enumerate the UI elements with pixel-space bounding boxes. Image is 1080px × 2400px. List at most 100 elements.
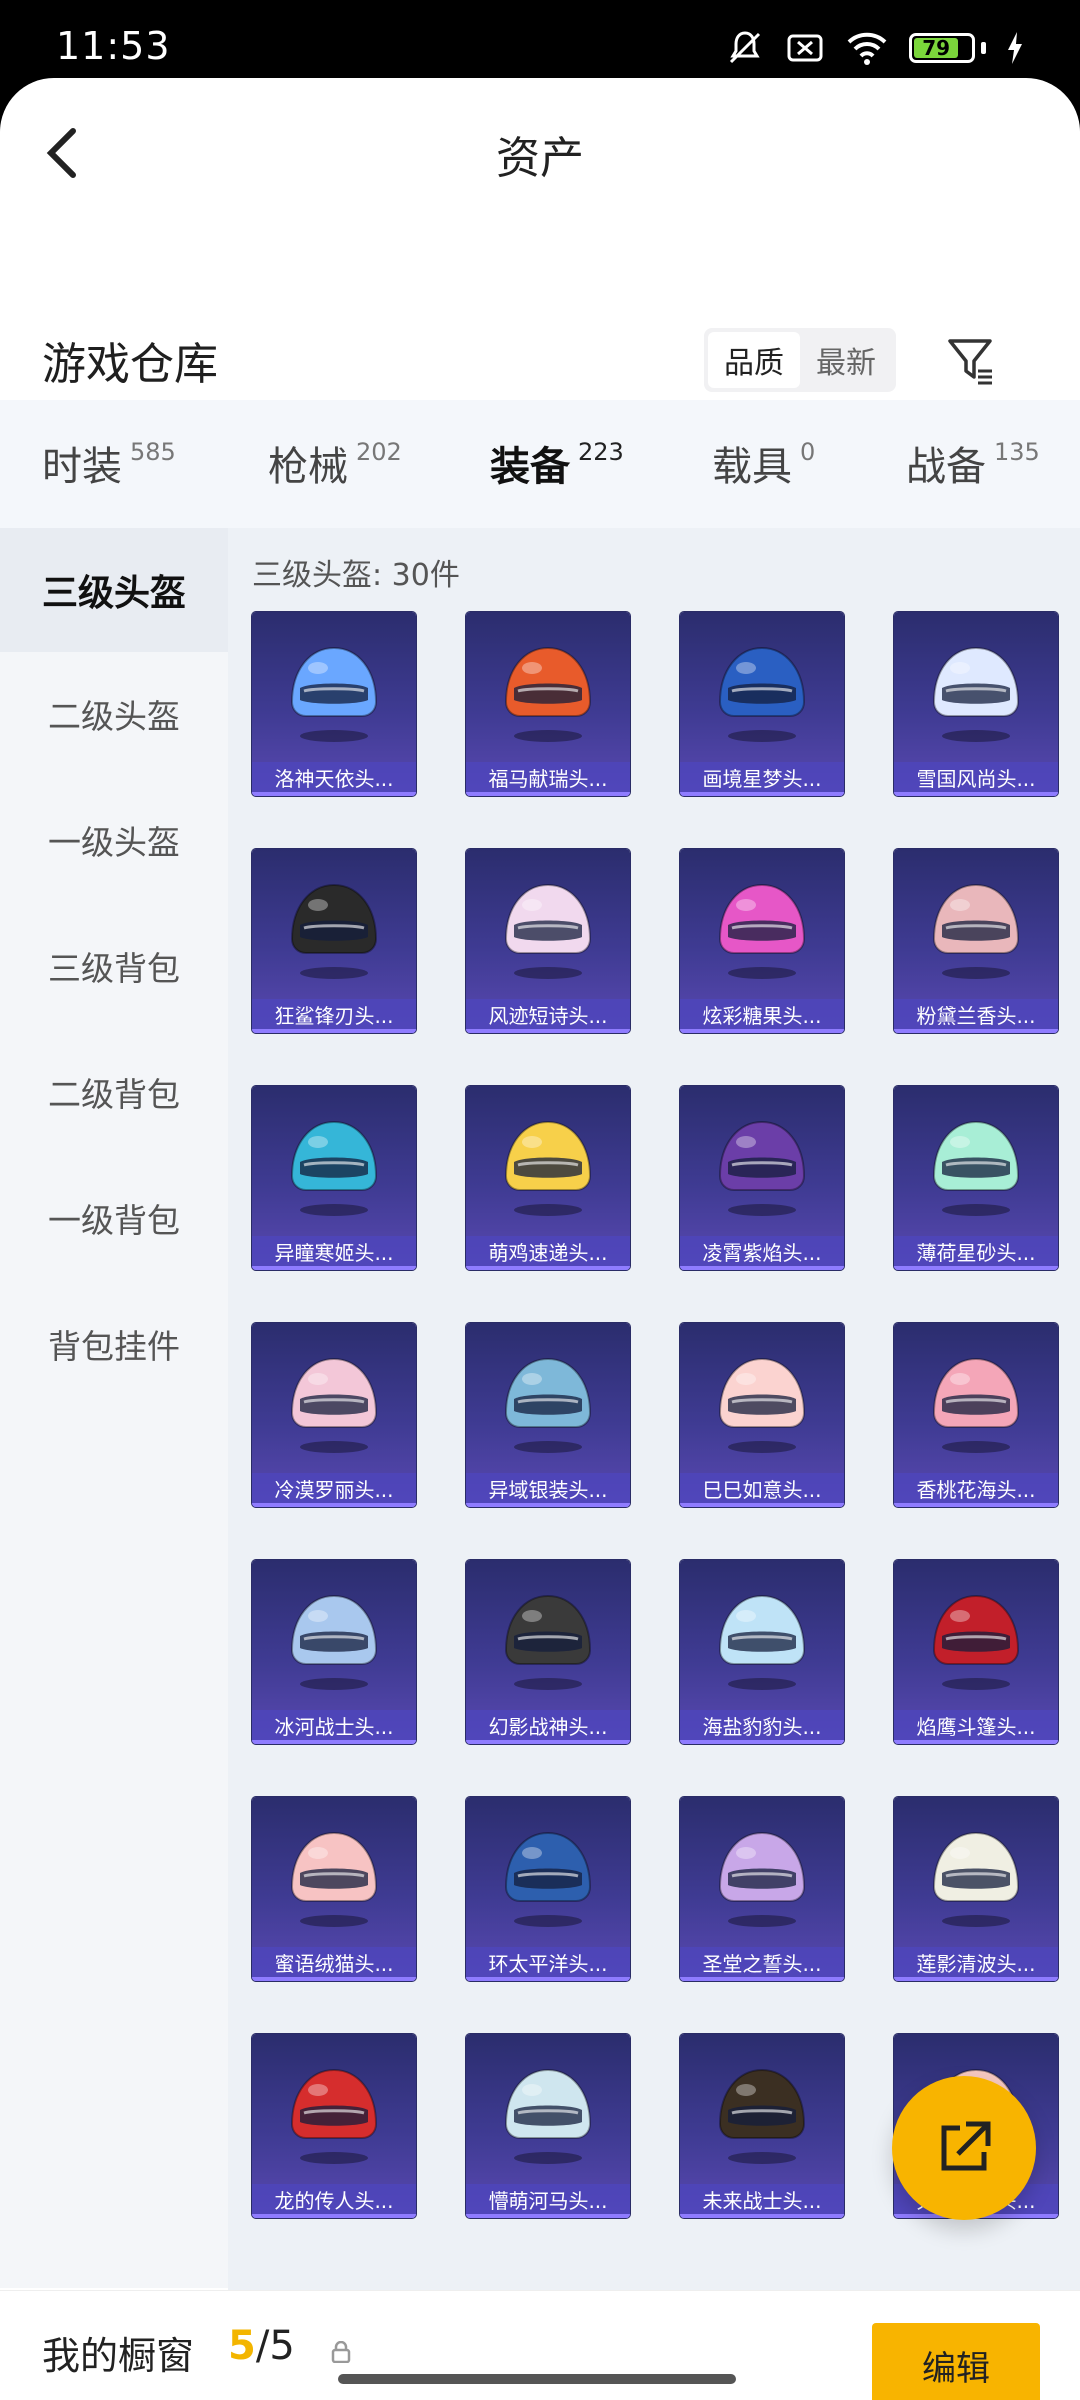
rarity-bar: [894, 1266, 1058, 1270]
sidebar-item-level3-helmet[interactable]: 三级头盔: [0, 528, 228, 652]
rarity-bar: [466, 2214, 630, 2218]
item-name: 福马献瑞头...: [466, 762, 630, 796]
item-name: 龙的传人头...: [252, 2184, 416, 2218]
tab-combat-gear[interactable]: 战备 135: [906, 434, 1040, 492]
item-card[interactable]: 环太平洋头...: [466, 1797, 630, 1981]
item-card[interactable]: 画境星梦头...: [680, 612, 844, 796]
item-card[interactable]: 龙的传人头...: [252, 2034, 416, 2218]
item-card[interactable]: 巳巳如意头...: [680, 1323, 844, 1507]
rarity-bar: [466, 1029, 630, 1033]
tab-equipment[interactable]: 装备 223: [490, 434, 624, 492]
item-name: 懵萌河马头...: [466, 2184, 630, 2218]
item-name: 炫彩糖果头...: [680, 999, 844, 1033]
tab-vehicles[interactable]: 载具 0: [712, 434, 815, 492]
sidebar-item-level2-backpack[interactable]: 二级背包: [0, 1030, 228, 1154]
item-name: 巳巳如意头...: [680, 1473, 844, 1507]
item-name: 圣堂之誓头...: [680, 1947, 844, 1981]
sidebar-item-level3-backpack[interactable]: 三级背包: [0, 904, 228, 1028]
wifi-icon: [845, 28, 889, 68]
item-card[interactable]: 萌鸡速递头...: [466, 1086, 630, 1270]
item-card[interactable]: 狂鲨锋刃头...: [252, 849, 416, 1033]
helmet-icon: [252, 1797, 416, 1949]
lock-icon: [331, 2341, 351, 2363]
item-name: 狂鲨锋刃头...: [252, 999, 416, 1033]
sort-toggle: 品质 最新: [704, 328, 896, 392]
rarity-bar: [252, 1740, 416, 1744]
item-card[interactable]: 莲影清波头...: [894, 1797, 1058, 1981]
rarity-bar: [894, 1740, 1058, 1744]
rarity-bar: [894, 1503, 1058, 1507]
share-button[interactable]: [892, 2076, 1036, 2220]
charging-icon: [1006, 30, 1024, 66]
sort-quality-button[interactable]: 品质: [708, 332, 800, 388]
rarity-bar: [680, 1266, 844, 1270]
rarity-bar: [680, 1029, 844, 1033]
sidebar-item-level1-helmet[interactable]: 一级头盔: [0, 778, 228, 902]
item-card[interactable]: 粉黛兰香头...: [894, 849, 1058, 1033]
item-card[interactable]: 焰鹰斗篷头...: [894, 1560, 1058, 1744]
top-bar: 资产: [0, 78, 1080, 228]
item-card[interactable]: 圣堂之誓头...: [680, 1797, 844, 1981]
tab-fashion[interactable]: 时装 585: [42, 434, 176, 492]
edit-button[interactable]: 编辑: [872, 2323, 1040, 2400]
helmet-icon: [466, 1323, 630, 1475]
rarity-bar: [252, 1503, 416, 1507]
item-card[interactable]: 蜜语绒猫头...: [252, 1797, 416, 1981]
item-card[interactable]: 幻影战神头...: [466, 1560, 630, 1744]
item-card[interactable]: 香桃花海头...: [894, 1323, 1058, 1507]
warehouse-title: 游戏仓库: [42, 339, 218, 390]
item-card[interactable]: 凌霄紫焰头...: [680, 1086, 844, 1270]
item-name: 画境星梦头...: [680, 762, 844, 796]
item-name: 粉黛兰香头...: [894, 999, 1058, 1033]
sidebar-item-level2-helmet[interactable]: 二级头盔: [0, 652, 228, 776]
item-name: 雪国风尚头...: [894, 762, 1058, 796]
helmet-icon: [894, 1086, 1058, 1238]
item-card[interactable]: 海盐豹豹头...: [680, 1560, 844, 1744]
item-card[interactable]: 福马献瑞头...: [466, 612, 630, 796]
sidebar-item-backpack-charm[interactable]: 背包挂件: [0, 1282, 228, 1406]
helmet-icon: [680, 849, 844, 1001]
item-card[interactable]: 冰河战士头...: [252, 1560, 416, 1744]
showcase-count: 5/5: [228, 2323, 295, 2369]
item-card[interactable]: 风迹短诗头...: [466, 849, 630, 1033]
item-name: 未来战士头...: [680, 2184, 844, 2218]
rarity-bar: [680, 1977, 844, 1981]
item-card[interactable]: 懵萌河马头...: [466, 2034, 630, 2218]
sidebar-item-level1-backpack[interactable]: 一级背包: [0, 1156, 228, 1280]
tab-firearms[interactable]: 枪械 202: [268, 434, 402, 492]
helmet-icon: [466, 1797, 630, 1949]
rarity-bar: [252, 1977, 416, 1981]
rarity-bar: [466, 792, 630, 796]
item-card[interactable]: 洛神天依头...: [252, 612, 416, 796]
section-title: 三级头盔: 30件: [252, 558, 460, 593]
helmet-icon: [680, 1323, 844, 1475]
helmet-icon: [466, 1086, 630, 1238]
rarity-bar: [680, 1503, 844, 1507]
item-grid-area: 三级头盔: 30件 洛神天依头... 福马献瑞头... 画境星梦头... 雪国风尚头.…: [228, 528, 1080, 2290]
helmet-icon: [894, 1560, 1058, 1712]
item-card[interactable]: 冷漠罗丽头...: [252, 1323, 416, 1507]
helmet-icon: [680, 1560, 844, 1712]
helmet-icon: [466, 612, 630, 764]
item-card[interactable]: 雪国风尚头...: [894, 612, 1058, 796]
filter-button[interactable]: [938, 328, 1004, 392]
share-external-icon: [941, 2121, 991, 2171]
rarity-bar: [680, 2214, 844, 2218]
item-card[interactable]: 异瞳寒姬头...: [252, 1086, 416, 1270]
helmet-icon: [252, 1323, 416, 1475]
item-card[interactable]: 异域银装头...: [466, 1323, 630, 1507]
item-card[interactable]: 未来战士头...: [680, 2034, 844, 2218]
helmet-icon: [894, 1797, 1058, 1949]
sort-latest-button[interactable]: 最新: [800, 332, 892, 388]
helmet-icon: [894, 612, 1058, 764]
home-indicator: [338, 2374, 736, 2384]
mute-bell-icon: [725, 28, 765, 68]
item-name: 环太平洋头...: [466, 1947, 630, 1981]
item-name: 海盐豹豹头...: [680, 1710, 844, 1744]
rarity-bar: [466, 1503, 630, 1507]
page-title: 资产: [496, 133, 584, 184]
helmet-icon: [894, 1323, 1058, 1475]
item-card[interactable]: 薄荷星砂头...: [894, 1086, 1058, 1270]
item-card[interactable]: 炫彩糖果头...: [680, 849, 844, 1033]
item-name: 萌鸡速递头...: [466, 1236, 630, 1270]
